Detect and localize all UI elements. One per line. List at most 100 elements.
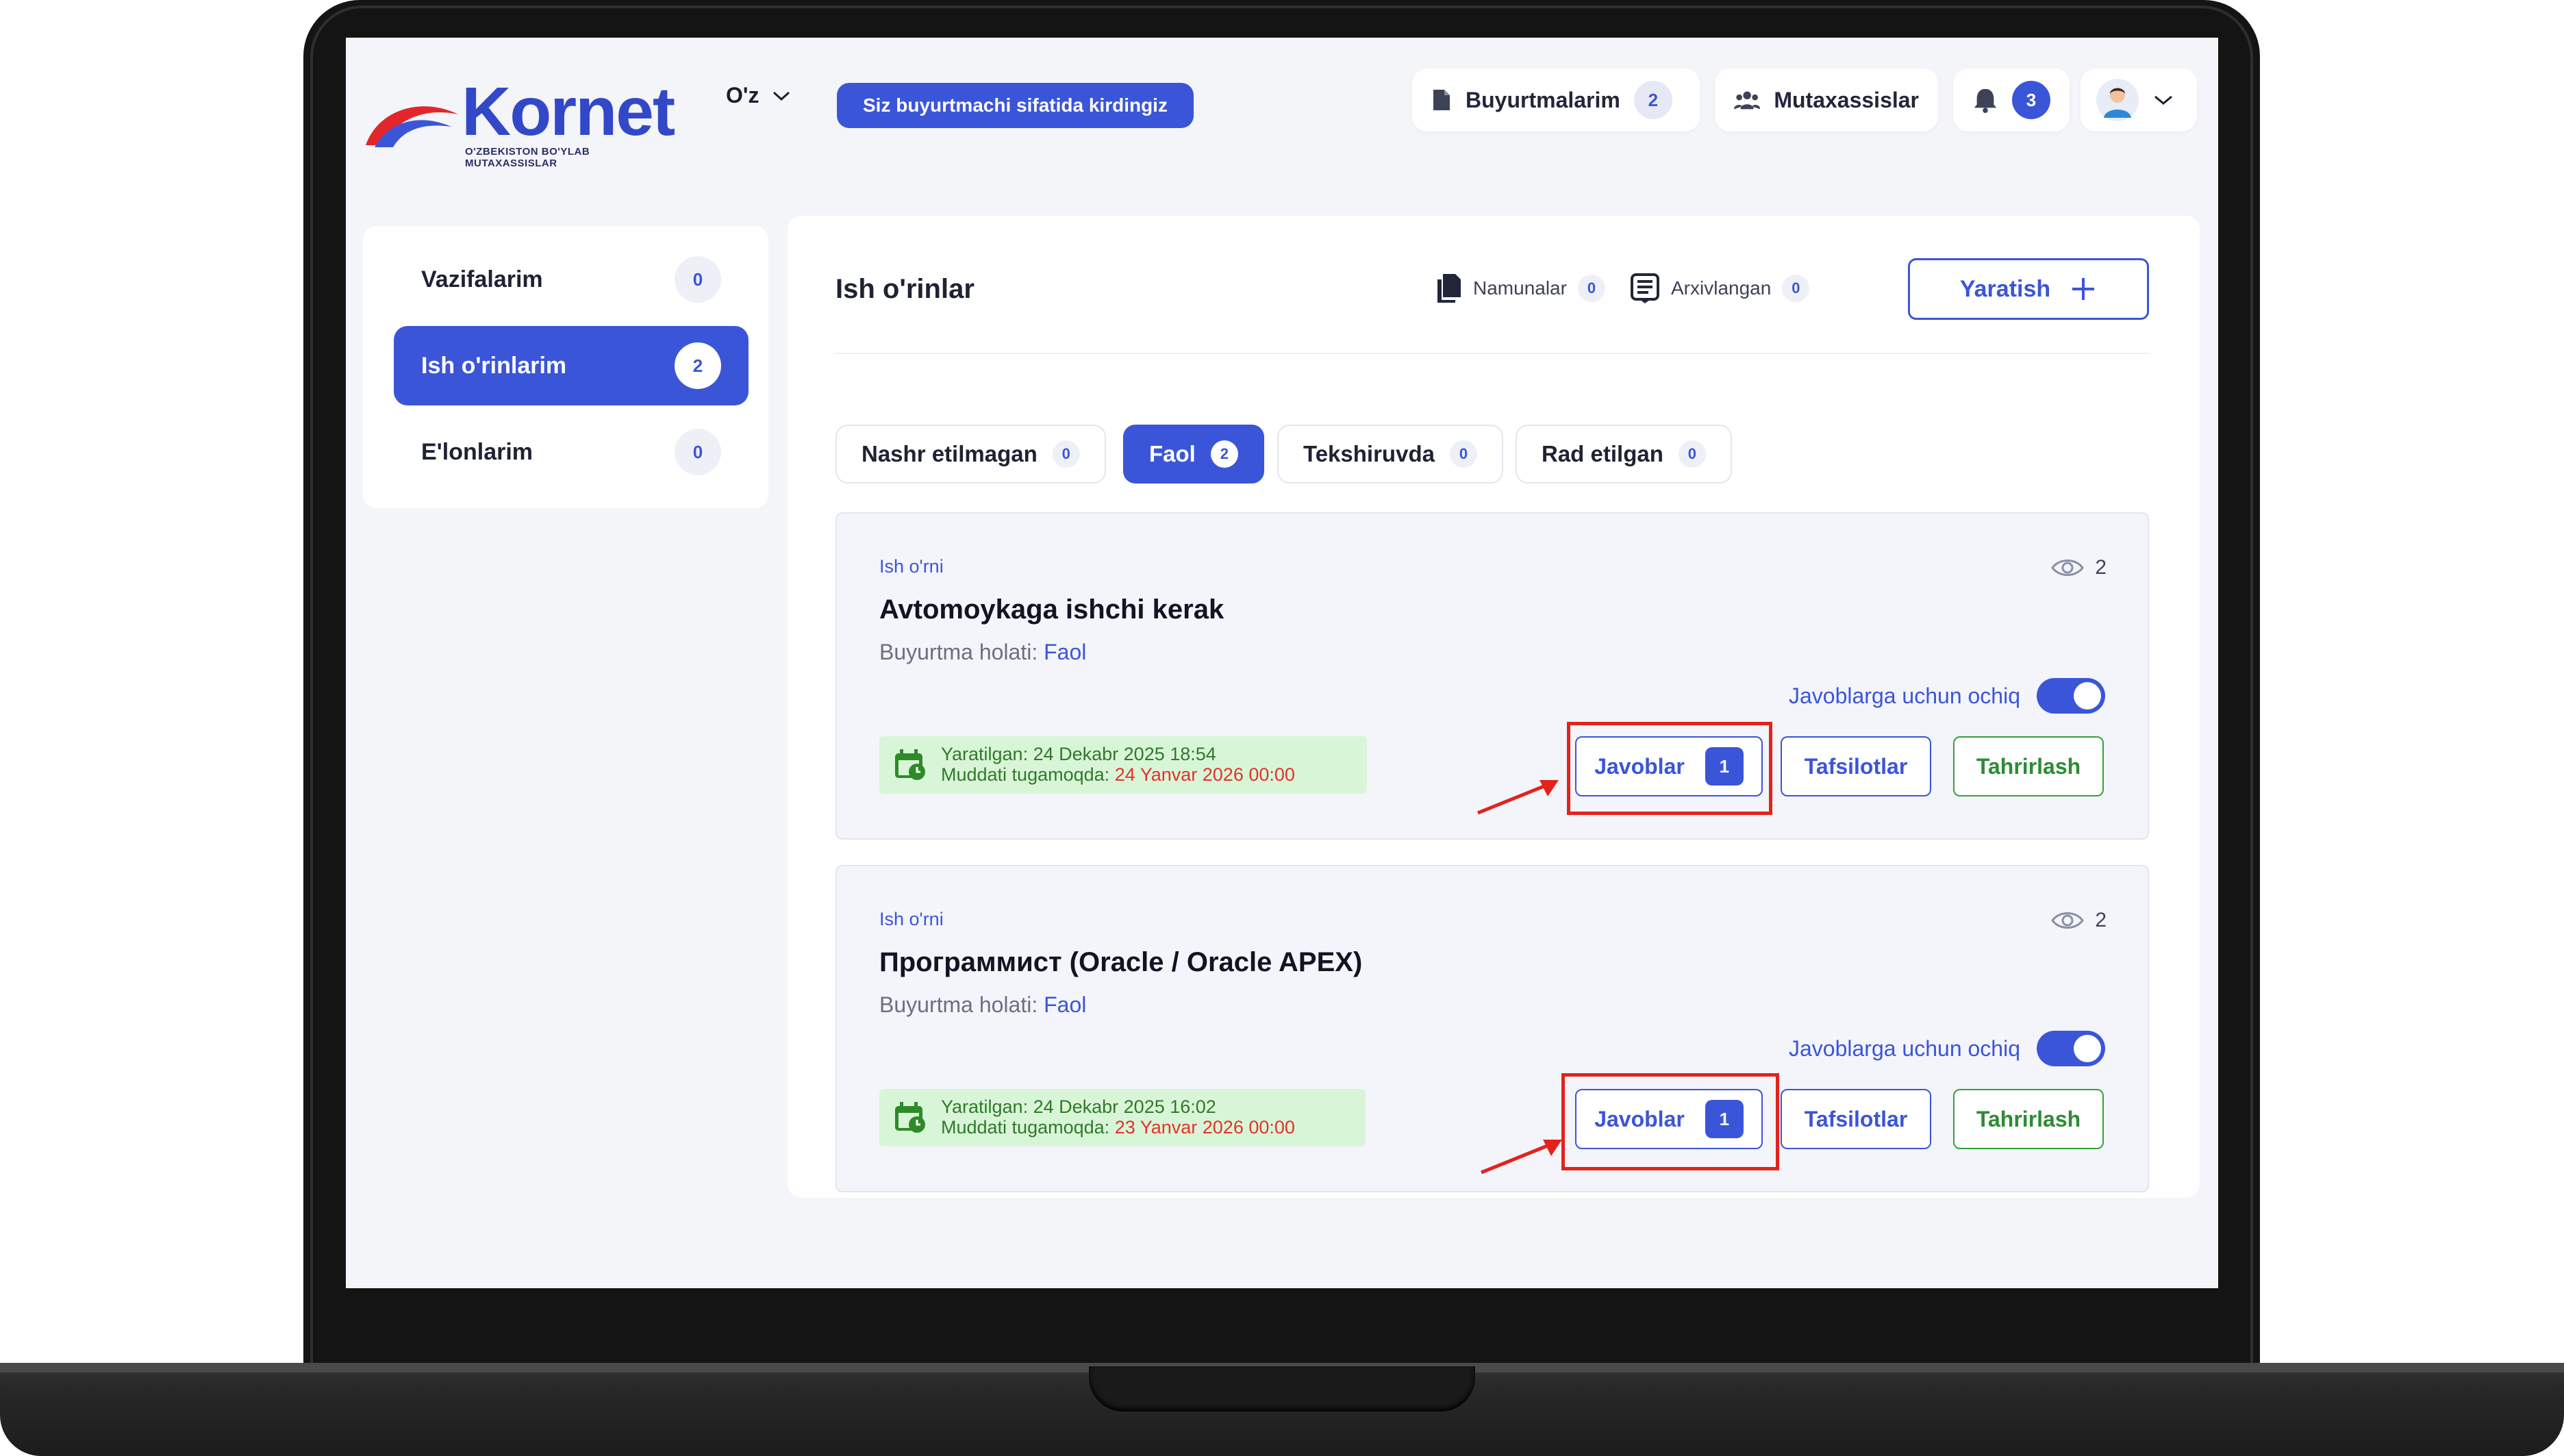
responses-open-toggle-row: Javoblarga uchun ochiq [1789, 678, 2105, 714]
card-title[interactable]: Avtomoykaga ishchi kerak [879, 594, 1224, 625]
edit-button[interactable]: Tahrirlash [1953, 736, 2104, 796]
chevron-down-icon [772, 91, 790, 101]
card-type-label: Ish o'rni [879, 556, 944, 577]
pointer-arrow [1477, 780, 1559, 815]
sidebar-item-my-jobs[interactable]: Ish o'rinlarim 2 [394, 326, 749, 405]
toggle-label: Javoblarga uchun ochiq [1788, 1035, 2020, 1061]
logo-subtitle: O'ZBEKISTON BO'YLAB MUTAXASSISLAR [465, 146, 590, 169]
laptop-notch [1089, 1366, 1475, 1411]
notifications-count: 3 [2012, 81, 2050, 119]
eye-icon [2051, 560, 2085, 576]
logo-wordmark: Kornet [462, 73, 675, 150]
edit-button[interactable]: Tahrirlash [1953, 1089, 2104, 1149]
create-button[interactable]: Yaratish [1908, 258, 2149, 320]
sidebar: Vazifalarim 0 Ish o'rinlarim 2 E'lonlari… [363, 226, 768, 508]
archived-label: Arxivlangan [1671, 277, 1772, 299]
details-button[interactable]: Tafsilotlar [1781, 1089, 1931, 1149]
details-button[interactable]: Tafsilotlar [1781, 736, 1931, 796]
tab-under-review[interactable]: Tekshiruvda 0 [1277, 425, 1503, 484]
responses-button[interactable]: Javoblar 1 [1575, 736, 1763, 796]
header-divider [835, 353, 2149, 354]
my-orders-label: Buyurtmalarim [1466, 87, 1620, 112]
responses-label: Javoblar [1594, 753, 1685, 779]
responses-open-toggle[interactable] [2037, 678, 2105, 714]
language-selector[interactable]: O'z [726, 83, 791, 108]
main-panel: Ish o'rinlar Namunalar 0 Arxivlangan 0 Y… [788, 216, 2200, 1198]
responses-open-toggle-row: Javoblarga uchun ochiq [1789, 1031, 2105, 1066]
sidebar-item-label: E'lonlarim [421, 438, 533, 465]
sidebar-item-label: Vazifalarim [421, 266, 543, 292]
tab-label: Rad etilgan [1542, 441, 1663, 466]
templates-count: 0 [1577, 275, 1605, 302]
bell-icon [1974, 88, 1997, 113]
responses-button[interactable]: Javoblar 1 [1575, 1089, 1763, 1149]
sidebar-item-count: 0 [675, 256, 721, 303]
my-orders-button[interactable]: Buyurtmalarim 2 [1412, 68, 1700, 131]
tab-label: Tekshiruvda [1303, 441, 1435, 466]
app-screen: Kornet O'ZBEKISTON BO'YLAB MUTAXASSISLAR… [346, 38, 2218, 1288]
card-views-count: 2 [2095, 909, 2107, 931]
responses-count: 1 [1705, 747, 1744, 786]
card-dates: Yaratilgan: 24 Dekabr 2025 18:54 Muddati… [879, 736, 1367, 794]
status-label: Buyurtma holati: [879, 992, 1038, 1017]
users-icon [1734, 91, 1761, 110]
status-value: Faol [1044, 992, 1087, 1017]
tab-count: 2 [1210, 440, 1238, 468]
experts-button[interactable]: Mutaxassislar [1715, 68, 1938, 131]
tab-label: Faol [1149, 441, 1196, 466]
chevron-down-icon [2154, 95, 2172, 105]
card-title[interactable]: Программист (Oracle / Oracle APEX) [879, 947, 1362, 978]
copy-icon [1437, 274, 1461, 303]
card-views: 2 [2051, 909, 2107, 932]
dates-text: Yaratilgan: 24 Dekabr 2025 18:54 Muddati… [941, 744, 1295, 785]
profile-menu[interactable] [2081, 68, 2197, 131]
notifications-button[interactable]: 3 [1953, 68, 2070, 131]
created-label: Yaratilgan: [941, 1096, 1029, 1118]
card-views-count: 2 [2095, 556, 2107, 579]
responses-count: 1 [1705, 1100, 1744, 1138]
sidebar-item-count: 0 [675, 429, 721, 475]
templates-label: Namunalar [1473, 277, 1567, 299]
calendar-clock-icon [895, 1102, 925, 1133]
job-card: Ish o'rni 2 Программист (Oracle / Oracle… [835, 865, 2149, 1192]
archived-link[interactable]: Arxivlangan 0 [1630, 273, 1810, 304]
card-type-label: Ish o'rni [879, 909, 944, 929]
status-label: Buyurtma holati: [879, 640, 1038, 664]
avatar-icon [2096, 79, 2139, 121]
deadline-label: Muddati tugamoqda: [941, 1117, 1110, 1138]
calendar-clock-icon [895, 749, 925, 780]
my-orders-count: 2 [1633, 81, 1672, 119]
templates-link[interactable]: Namunalar 0 [1435, 273, 1605, 304]
responses-open-toggle[interactable] [2037, 1031, 2105, 1066]
language-label: O'z [726, 83, 759, 108]
tab-count: 0 [1678, 440, 1706, 468]
plus-icon [2072, 278, 2095, 300]
deadline-value: 24 Yanvar 2026 00:00 [1114, 764, 1295, 785]
card-status: Buyurtma holati: Faol [879, 992, 1086, 1018]
tab-unpublished[interactable]: Nashr etilmagan 0 [835, 425, 1106, 484]
card-dates: Yaratilgan: 24 Dekabr 2025 16:02 Muddati… [879, 1089, 1366, 1146]
toggle-label: Javoblarga uchun ochiq [1788, 683, 2020, 708]
page-title: Ish o'rinlar [835, 274, 975, 304]
created-label: Yaratilgan: [941, 744, 1029, 765]
sidebar-item-announcements[interactable]: E'lonlarim 0 [394, 412, 749, 492]
document-icon [1433, 90, 1450, 110]
card-status: Buyurtma holati: Faol [879, 640, 1086, 665]
deadline-value: 23 Yanvar 2026 00:00 [1114, 1117, 1295, 1138]
job-card: Ish o'rni 2 Avtomoykaga ishchi kerak Buy… [835, 512, 2149, 840]
sidebar-item-count: 2 [675, 342, 721, 389]
sidebar-item-label: Ish o'rinlarim [421, 352, 567, 379]
experts-label: Mutaxassislar [1774, 87, 1919, 112]
sidebar-item-tasks[interactable]: Vazifalarim 0 [394, 240, 749, 319]
created-value: 24 Dekabr 2025 18:54 [1033, 744, 1216, 765]
tab-rejected[interactable]: Rad etilgan 0 [1516, 425, 1732, 484]
deadline-label: Muddati tugamoqda: [941, 764, 1110, 785]
created-value: 24 Dekabr 2025 16:02 [1033, 1096, 1216, 1118]
logo-swoosh-icon [366, 106, 458, 147]
card-views: 2 [2051, 556, 2107, 579]
kornet-logo[interactable]: Kornet O'ZBEKISTON BO'YLAB MUTAXASSISLAR [362, 65, 677, 169]
tab-active[interactable]: Faol 2 [1123, 425, 1264, 484]
tab-count: 0 [1449, 440, 1477, 468]
dates-text: Yaratilgan: 24 Dekabr 2025 16:02 Muddati… [941, 1096, 1295, 1138]
tab-count: 0 [1052, 440, 1080, 468]
